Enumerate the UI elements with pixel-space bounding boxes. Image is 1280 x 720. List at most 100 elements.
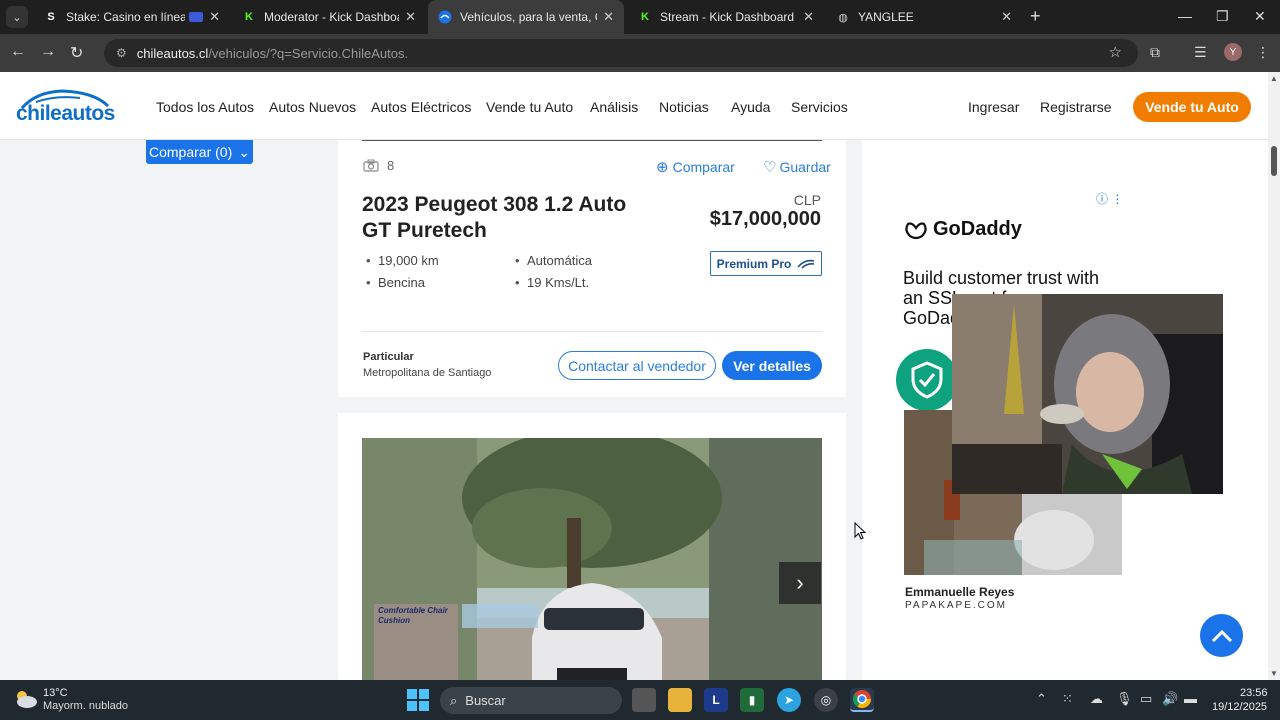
tab-kick-stream[interactable]: K Stream - Kick Dashboard ✕ [628,0,824,34]
close-tab-icon[interactable]: ✕ [209,9,220,25]
card-divider [362,331,822,332]
webcam-image [952,294,1223,494]
nav-noticias[interactable]: Noticias [659,99,709,115]
listing-title[interactable]: 2023 Peugeot 308 1.2 Auto GT Puretech [362,192,632,244]
tab-kick-moderator[interactable]: K Moderator - Kick Dashboard ✕ [232,0,426,34]
godaddy-logo: GoDaddy [904,218,1022,241]
chair-ad-caption: Comfortable Chair Cushion [378,606,448,625]
tray-grid-icon[interactable]: ⁙ [1062,691,1073,707]
forward-button[interactable]: → [40,43,56,61]
card-image-edge [362,140,822,141]
address-bar[interactable]: ⚙ chileautos.cl /vehiculos/?q=Servicio.C… [104,39,1138,67]
tab-chileautos[interactable]: Vehículos, para la venta, Chile - ✕ [428,0,624,34]
chevron-down-icon: ⌄ [238,143,250,160]
battery-icon[interactable]: ▬ [1184,691,1197,706]
bookmark-star-icon[interactable]: ☆ [1109,43,1122,61]
clock-date[interactable]: 19/12/2025 [1212,701,1267,713]
compare-dropdown-button[interactable]: Comparar (0) ⌄ [146,140,253,164]
logo-text: chileautos [16,102,115,125]
scrollbar-thumb[interactable] [1271,146,1277,176]
maximize-window-button[interactable]: ❐ [1216,8,1229,25]
nav-todos-los-autos[interactable]: Todos los Autos [156,99,254,115]
listing-photo-gallery[interactable]: Comfortable Chair Cushion › [362,438,822,680]
display-icon[interactable]: ▭ [1140,691,1152,707]
tab-stake[interactable]: S Stake: Casino en línea y Ap ✕ [34,0,230,34]
login-link[interactable]: Ingresar [968,99,1019,115]
camera-icon [363,159,379,172]
site-info-icon[interactable]: ⚙ [116,46,127,60]
new-tab-button[interactable]: + [1030,6,1041,27]
listing-price: $17,000,000 [709,208,821,230]
godaddy-brand: GoDaddy [933,218,1022,240]
nav-analisis[interactable]: Análisis [590,99,638,115]
file-explorer-icon[interactable] [668,688,692,712]
view-details-button[interactable]: Ver detalles [722,351,822,380]
telegram-icon[interactable]: ➤ [777,688,801,712]
premium-pro-badge: Premium Pro [710,251,822,276]
task-view-icon[interactable] [632,688,656,712]
browser-toolbar: ← → ↻ ⚙ chileautos.cl /vehiculos/?q=Serv… [0,34,1280,72]
spec-transmission: Automática [515,253,592,268]
save-link-label: Guardar [779,159,831,175]
obs-icon[interactable]: ◎ [814,688,838,712]
microphone-icon[interactable]: 🎙 [1116,691,1133,707]
close-window-button[interactable]: ✕ [1254,8,1266,25]
reload-button[interactable]: ↻ [70,43,83,63]
browser-menu-icon[interactable]: ⋮ [1256,44,1270,61]
show-hidden-icons-icon[interactable]: ⌃ [1036,691,1047,707]
extensions-icon[interactable]: ⧉ [1150,44,1160,61]
save-link[interactable]: ♡ Guardar [763,158,831,176]
windows-start-icon[interactable] [407,689,429,711]
contact-seller-button[interactable]: Contactar al vendedor [558,351,716,380]
chart-app-icon[interactable]: ▮ [740,688,764,712]
minimize-window-button[interactable]: — [1178,8,1192,24]
tab-title: Vehículos, para la venta, Chile - [460,10,597,24]
cloudy-weather-icon[interactable] [14,689,38,709]
photo-count: 8 [363,158,394,173]
tab-title: Stake: Casino en línea y Ap [66,10,186,24]
app-l-icon[interactable]: L [704,688,728,712]
scroll-down-arrow-icon[interactable]: ▼ [1270,669,1278,678]
chevron-up-icon [1211,629,1232,642]
profile-avatar[interactable]: Y [1224,43,1242,61]
listing-card: Comfortable Chair Cushion › [338,413,846,680]
clock-time[interactable]: 23:56 [1240,687,1268,699]
tab-yanglee[interactable]: ◍ YANGLEE ✕ [826,0,1022,34]
onedrive-icon[interactable]: ☁ [1090,691,1103,707]
ad-choices-icon[interactable]: ⓘ ⋮ [1096,190,1123,207]
site-header: chileautos Todos los Autos Autos Nuevos … [0,72,1268,140]
media-control-icon[interactable]: ☰ [1194,44,1207,61]
nav-servicios[interactable]: Servicios [791,99,848,115]
nav-vende-tu-auto[interactable]: Vende tu Auto [486,99,573,115]
tab-title: YANGLEE [858,10,914,24]
gallery-next-button[interactable]: › [779,562,821,604]
mouse-cursor-icon [854,522,866,540]
weather-description: Mayorm. nublado [43,700,128,712]
taskbar-search[interactable]: ⌕ Buscar [440,687,622,714]
close-tab-icon[interactable]: ✕ [405,9,416,25]
nav-autos-electricos[interactable]: Autos Eléctricos [371,99,471,115]
scroll-up-arrow-icon[interactable]: ▲ [1270,74,1278,83]
nav-autos-nuevos[interactable]: Autos Nuevos [269,99,356,115]
compare-link-label: Comparar [672,159,735,175]
compare-link[interactable]: ⊕ Comparar [656,158,735,176]
nav-ayuda[interactable]: Ayuda [731,99,770,115]
back-button[interactable]: ← [10,43,26,61]
search-icon: ⌕ [450,692,458,708]
close-tab-icon[interactable]: ✕ [603,9,614,25]
page-scrollbar[interactable]: ▲ ▼ [1268,72,1280,680]
search-placeholder: Buscar [465,693,506,708]
kick-favicon-icon: K [245,11,253,23]
scroll-to-top-button[interactable] [1200,614,1243,657]
premium-badge-label: Premium Pro [716,256,792,271]
close-tab-icon[interactable]: ✕ [803,9,814,25]
register-link[interactable]: Registrarse [1040,99,1112,115]
close-tab-icon[interactable]: ✕ [1001,9,1012,25]
plus-circle-icon: ⊕ [656,159,669,176]
tab-search-button[interactable]: ⌄ [6,6,28,28]
volume-icon[interactable]: 🔊 [1162,691,1178,707]
sell-car-button[interactable]: Vende tu Auto [1133,92,1251,122]
browser-tab-bar: ⌄ S Stake: Casino en línea y Ap ✕ K Mode… [0,0,1280,34]
chrome-icon[interactable] [850,688,874,712]
spec-mileage: 19,000 km [366,253,439,268]
